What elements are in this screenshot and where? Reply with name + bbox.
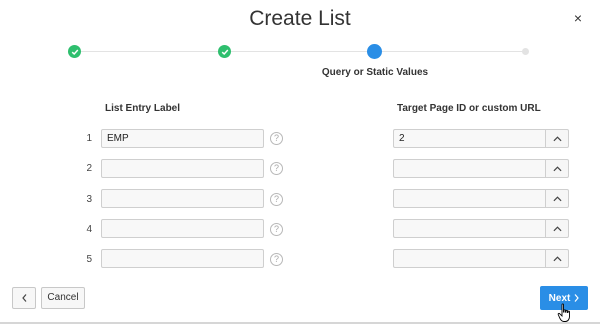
create-list-dialog: Create List × Query or Static Values Lis… <box>0 0 600 324</box>
target-page-header: Target Page ID or custom URL <box>397 103 541 114</box>
wizard-step-4-future <box>522 48 529 55</box>
expand-button[interactable] <box>545 219 569 238</box>
list-entry-label-input[interactable] <box>101 189 264 208</box>
expand-button[interactable] <box>545 189 569 208</box>
chevron-up-icon <box>552 255 562 261</box>
row-number: 1 <box>86 133 92 144</box>
list-entry-label-input[interactable] <box>101 249 264 268</box>
target-url-input[interactable] <box>393 129 545 148</box>
wizard-step-1-complete <box>68 45 81 58</box>
chevron-right-icon <box>574 294 580 302</box>
wizard-step-2-complete <box>218 45 231 58</box>
target-url-input[interactable] <box>393 219 545 238</box>
row-number: 5 <box>86 254 92 265</box>
next-button-label: Next <box>548 292 571 304</box>
help-icon[interactable]: ? <box>270 253 283 266</box>
wizard-current-step-label: Query or Static Values <box>321 67 429 78</box>
help-icon[interactable]: ? <box>270 223 283 236</box>
list-entry-label-header: List Entry Label <box>105 103 181 114</box>
row-number: 4 <box>86 224 92 235</box>
chevron-up-icon <box>552 195 562 201</box>
hand-cursor-icon <box>557 303 570 322</box>
close-icon[interactable]: × <box>574 10 582 26</box>
back-button[interactable] <box>12 287 36 309</box>
expand-button[interactable] <box>545 129 569 148</box>
help-icon[interactable]: ? <box>270 193 283 206</box>
help-icon[interactable]: ? <box>270 162 283 175</box>
dialog-title: Create List <box>249 7 351 30</box>
wizard-step-3-current <box>367 44 382 59</box>
expand-button[interactable] <box>545 249 569 268</box>
cancel-button[interactable]: Cancel <box>41 287 85 309</box>
list-entry-label-input[interactable] <box>101 129 264 148</box>
target-url-input[interactable] <box>393 249 545 268</box>
target-url-input[interactable] <box>393 189 545 208</box>
list-entry-label-input[interactable] <box>101 219 264 238</box>
wizard-progress-track <box>74 51 526 52</box>
expand-button[interactable] <box>545 159 569 178</box>
target-url-input[interactable] <box>393 159 545 178</box>
help-icon[interactable]: ? <box>270 132 283 145</box>
check-icon <box>71 49 78 55</box>
check-icon <box>221 49 228 55</box>
chevron-left-icon <box>21 294 26 302</box>
chevron-up-icon <box>552 165 562 171</box>
row-number: 3 <box>86 194 92 205</box>
chevron-up-icon <box>552 225 562 231</box>
row-number: 2 <box>86 163 92 174</box>
chevron-up-icon <box>552 135 562 141</box>
list-entry-label-input[interactable] <box>101 159 264 178</box>
